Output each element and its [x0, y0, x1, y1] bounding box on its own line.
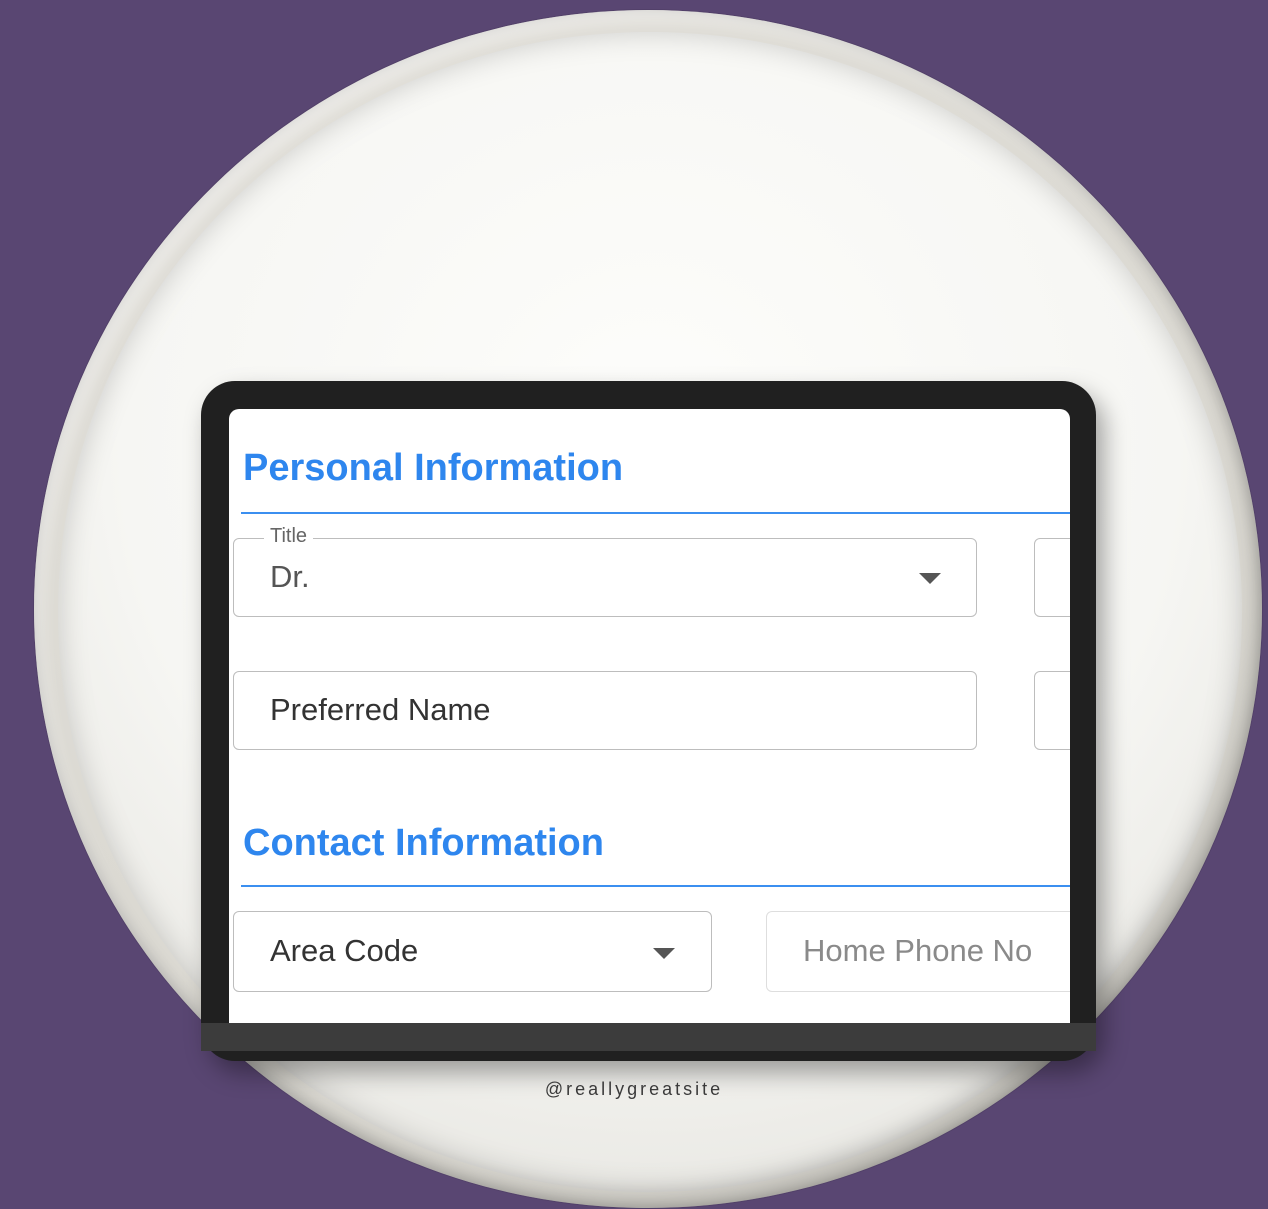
title-value: Dr. [270, 559, 310, 594]
tablet-bottom-bezel [201, 1023, 1096, 1051]
middle-name-field[interactable] [1034, 671, 1070, 750]
home-phone-input[interactable]: Home Phone No [766, 911, 1070, 992]
personal-information-heading: Personal Information [243, 447, 624, 489]
tablet-screen: Personal Information Title Dr. Preferred… [229, 409, 1070, 1023]
preferred-name-placeholder: Preferred Name [270, 692, 491, 727]
chevron-down-icon[interactable] [919, 573, 941, 584]
contact-section-divider [241, 885, 1070, 887]
stage: Personal Information Title Dr. Preferred… [0, 0, 1268, 1209]
area-code-placeholder: Area Code [270, 933, 419, 968]
title-label: Title [264, 525, 314, 548]
title-select[interactable]: Title Dr. [233, 525, 977, 617]
personal-section-divider [241, 512, 1070, 514]
home-phone-placeholder: Home Phone No [803, 933, 1033, 968]
preferred-name-input[interactable]: Preferred Name [233, 671, 977, 750]
site-watermark: @reallygreatsite [544, 1079, 724, 1099]
contact-information-heading: Contact Information [243, 822, 604, 864]
first-name-field[interactable] [1034, 538, 1070, 617]
chevron-down-icon[interactable] [653, 948, 675, 959]
area-code-select[interactable]: Area Code [233, 911, 712, 992]
